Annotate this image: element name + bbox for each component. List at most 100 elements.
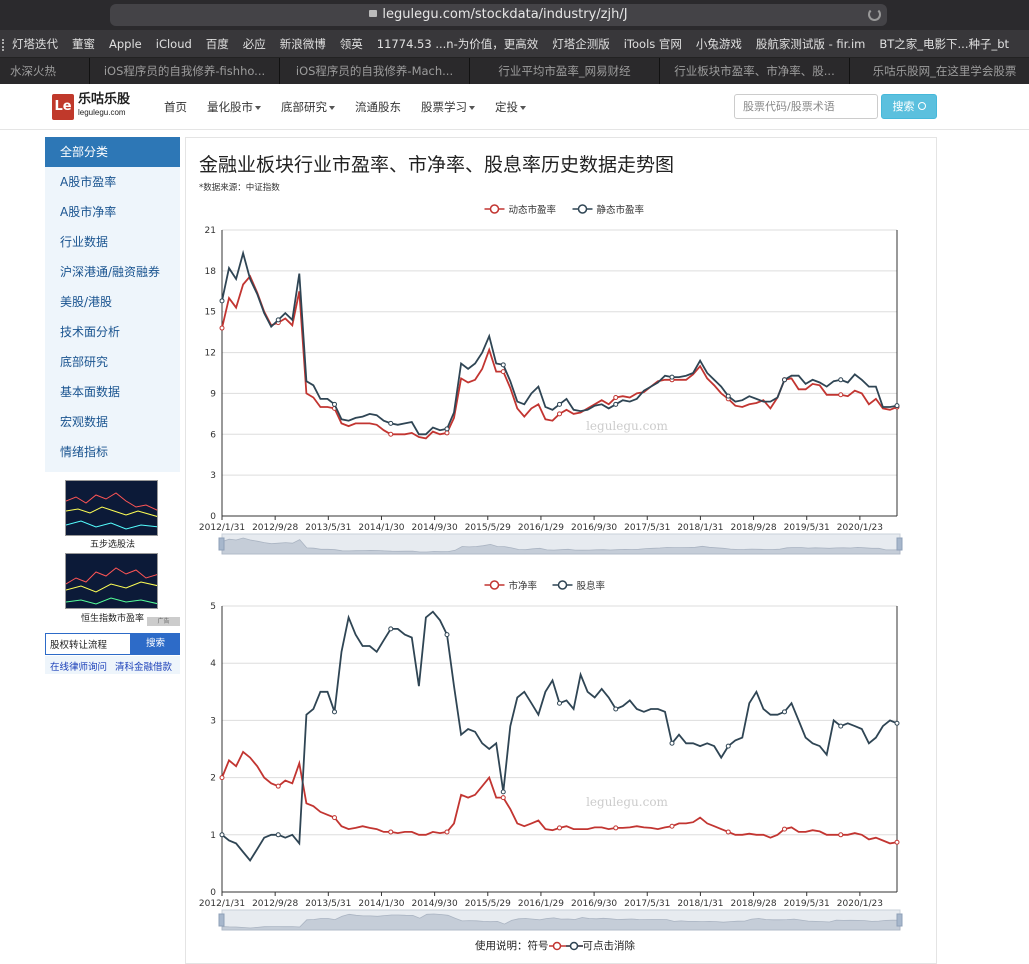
data-point[interactable]: [557, 700, 562, 706]
data-point[interactable]: [838, 832, 844, 838]
bookmark-item[interactable]: 领英: [340, 30, 363, 57]
nav-item[interactable]: 流通股东: [355, 84, 401, 130]
loan-link[interactable]: 清科金融借款: [115, 659, 172, 673]
bookmark-item[interactable]: iTools 官网: [624, 30, 682, 57]
address-bar[interactable]: legulegu.com/stockdata/industry/zjh/J: [110, 4, 887, 26]
data-point[interactable]: [219, 832, 225, 838]
sidebar-item[interactable]: 底部研究: [45, 347, 180, 377]
ad-thumbnail-stock-picking[interactable]: [65, 480, 158, 536]
bookmark-item[interactable]: 董蜜: [72, 30, 95, 57]
zoom-handle-right-icon[interactable]: [896, 913, 903, 927]
bookmark-item[interactable]: 新浪微博: [280, 30, 326, 57]
data-point[interactable]: [782, 709, 787, 715]
sidebar-item[interactable]: 美股/港股: [45, 287, 180, 317]
zoom-slider[interactable]: [218, 909, 903, 931]
data-point[interactable]: [500, 795, 506, 801]
ad-caption-1[interactable]: 五步选股法: [45, 537, 180, 550]
nav-item[interactable]: 定投: [495, 84, 526, 130]
sidebar-header[interactable]: 全部分类: [45, 137, 180, 167]
ad-badge[interactable]: 广告: [147, 617, 180, 626]
data-point[interactable]: [838, 392, 844, 398]
bookmark-item[interactable]: 11774.53 ...n-为价值，更高效: [377, 30, 538, 57]
data-point[interactable]: [219, 298, 225, 304]
stock-search-input[interactable]: [734, 94, 878, 119]
browser-tab[interactable]: 乐咕乐股网_在这里学会股票: [850, 58, 1029, 84]
data-point[interactable]: [388, 829, 394, 835]
ad-thumbnail-hang-seng[interactable]: [65, 553, 158, 609]
data-point[interactable]: [725, 743, 731, 749]
bookmark-item[interactable]: 百度: [206, 30, 229, 57]
data-point[interactable]: [894, 403, 900, 409]
legend-item[interactable]: 市净率: [484, 580, 538, 592]
sidebar-item[interactable]: A股市盈率: [45, 167, 180, 197]
data-point[interactable]: [557, 401, 562, 407]
data-point[interactable]: [669, 374, 675, 380]
data-point[interactable]: [388, 626, 394, 632]
sidebar-item[interactable]: 行业数据: [45, 227, 180, 257]
data-point[interactable]: [332, 401, 337, 407]
zoom-handle-left-icon[interactable]: [218, 537, 225, 551]
data-point[interactable]: [613, 706, 619, 712]
bookmark-item[interactable]: iCloud: [156, 30, 192, 57]
data-point[interactable]: [444, 829, 450, 835]
bookmark-item[interactable]: BT之家_电影下...种子_bt: [879, 30, 1009, 57]
zoom-handle-right-icon[interactable]: [896, 537, 903, 551]
bookmark-item[interactable]: 灯塔迭代: [12, 30, 58, 57]
bookmark-item[interactable]: 必应: [243, 30, 266, 57]
data-point[interactable]: [557, 411, 562, 417]
legend-item[interactable]: 股息率: [552, 580, 606, 592]
search-button[interactable]: 搜索: [881, 94, 937, 119]
bookmark-item[interactable]: 股航家测试版 - fir.im: [756, 30, 865, 57]
browser-tab[interactable]: iOS程序员的自我修养-fishho...: [90, 58, 280, 84]
data-point[interactable]: [894, 720, 900, 726]
lawyer-link[interactable]: 在线律师询问: [50, 659, 107, 673]
bookmark-item[interactable]: 小兔游戏: [696, 30, 742, 57]
browser-tab[interactable]: 行业平均市盈率_网易财经: [470, 58, 660, 84]
data-point[interactable]: [500, 362, 506, 368]
data-point[interactable]: [444, 426, 450, 432]
sidebar-item[interactable]: 宏观数据: [45, 407, 180, 437]
data-point[interactable]: [725, 393, 731, 399]
data-point[interactable]: [557, 825, 562, 831]
bookmark-item[interactable]: Apple: [109, 30, 142, 57]
data-point[interactable]: [332, 815, 337, 821]
data-point[interactable]: [669, 823, 675, 829]
data-point[interactable]: [669, 740, 675, 746]
zoom-slider[interactable]: [218, 533, 903, 555]
data-point[interactable]: [613, 401, 619, 407]
browser-tab[interactable]: 行业板块市盈率、市净率、股...: [660, 58, 850, 84]
series-line-1[interactable]: [221, 610, 898, 863]
data-point[interactable]: [219, 775, 225, 781]
legend-item[interactable]: 静态市盈率: [572, 204, 645, 216]
sidebar-item[interactable]: A股市净率: [45, 197, 180, 227]
bookmark-item[interactable]: 灯塔企测版: [552, 30, 610, 57]
data-point[interactable]: [332, 709, 337, 715]
data-point[interactable]: [444, 430, 450, 436]
sidebar-item[interactable]: 技术面分析: [45, 317, 180, 347]
nav-item[interactable]: 底部研究: [281, 84, 335, 130]
data-point[interactable]: [838, 723, 844, 729]
data-point[interactable]: [782, 826, 787, 832]
sidebar-search-button[interactable]: 搜索: [131, 633, 180, 655]
sidebar-search-input[interactable]: [45, 633, 131, 655]
data-point[interactable]: [388, 431, 394, 437]
nav-item[interactable]: 量化股市: [207, 84, 261, 130]
nav-item[interactable]: 首页: [164, 84, 187, 130]
zoom-handle-left-icon[interactable]: [218, 913, 225, 927]
site-logo[interactable]: Le 乐咕乐股 legulegu.com: [52, 92, 136, 122]
nav-item[interactable]: 股票学习: [421, 84, 475, 130]
browser-tab[interactable]: iOS程序员的自我修养-Mach...: [280, 58, 470, 84]
data-point[interactable]: [500, 789, 506, 795]
data-point[interactable]: [275, 832, 281, 838]
data-point[interactable]: [725, 829, 731, 835]
data-point[interactable]: [219, 325, 225, 331]
data-point[interactable]: [275, 317, 281, 323]
data-point[interactable]: [388, 420, 394, 426]
data-point[interactable]: [613, 395, 619, 401]
data-point[interactable]: [275, 783, 281, 789]
data-point[interactable]: [613, 825, 619, 831]
data-point[interactable]: [838, 377, 844, 383]
legend-item[interactable]: 动态市盈率: [484, 204, 557, 216]
data-point[interactable]: [894, 839, 900, 845]
browser-tab[interactable]: 水深火热: [0, 58, 90, 84]
